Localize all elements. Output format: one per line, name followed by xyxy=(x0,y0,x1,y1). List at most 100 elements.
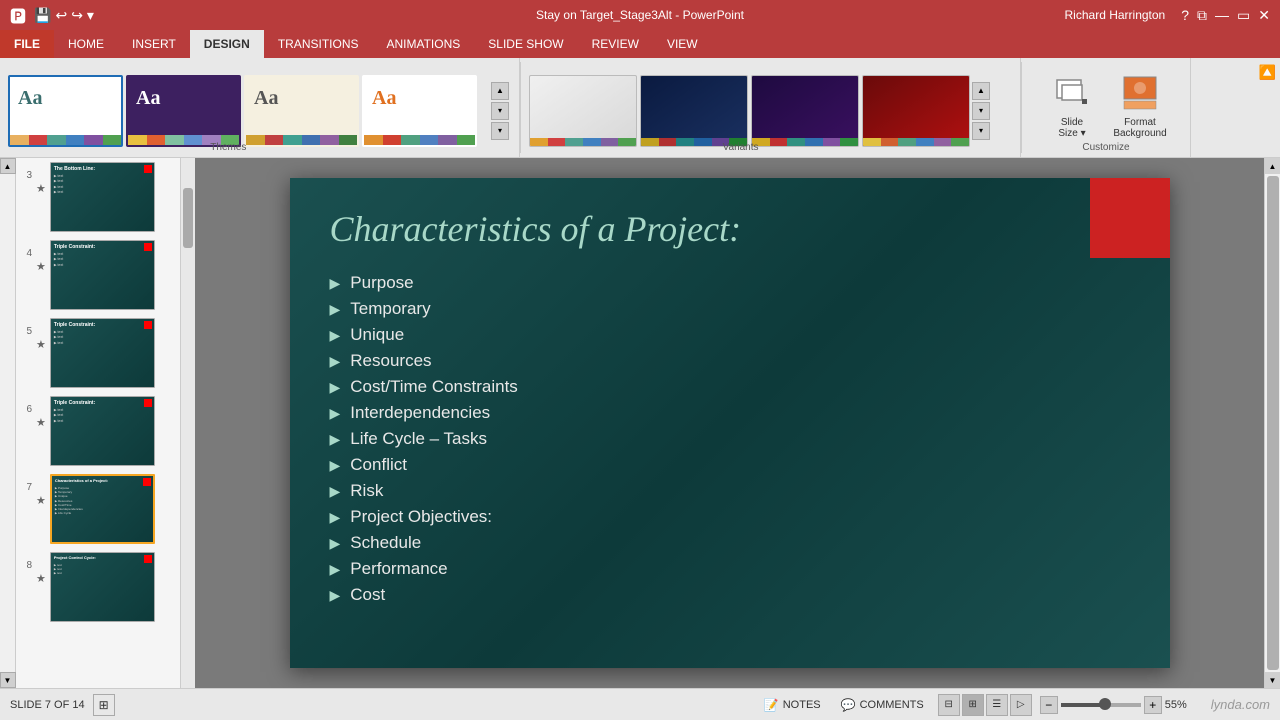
slide-scroll-thumb[interactable] xyxy=(183,188,193,248)
zoom-slider-thumb[interactable] xyxy=(1099,698,1111,710)
themes-scroll-down[interactable]: ▾ xyxy=(491,102,509,120)
comments-btn[interactable]: 💬 COMMENTS xyxy=(835,696,930,714)
scroll-down-btn[interactable]: ▼ xyxy=(1265,672,1280,688)
variant-2[interactable] xyxy=(640,75,748,147)
reading-view-icon[interactable]: ☰ xyxy=(986,694,1008,716)
save-icon[interactable]: 💾 xyxy=(34,7,51,24)
bullet-interdependencies: ▶ Interdependencies xyxy=(330,400,1130,426)
maximize-btn[interactable]: ▭ xyxy=(1237,7,1250,24)
bullet-text-9: Risk xyxy=(350,481,383,501)
quick-access-icon[interactable]: ▾ xyxy=(87,7,94,24)
bullet-arrow-12: ▶ xyxy=(330,561,341,578)
close-btn[interactable]: ✕ xyxy=(1258,7,1270,24)
right-scrollbar: ▲ ▼ xyxy=(1264,158,1280,688)
status-right: 📝 NOTES 💬 COMMENTS ⊟ ⊞ ☰ ▷ − + 55% lynda… xyxy=(758,694,1270,716)
bullet-lifecycle: ▶ Life Cycle – Tasks xyxy=(330,426,1130,452)
restore-btn[interactable]: ⧉ xyxy=(1197,7,1207,24)
slide-thumb-3[interactable]: The Bottom Line: ▶ text▶ text▶ text▶ tex… xyxy=(50,162,155,232)
customize-section: SlideSize ▾ FormatBackground Customize xyxy=(1022,58,1191,157)
slide-item-5[interactable]: 5 ★ Triple Constraint: ▶ text▶ text▶ tex… xyxy=(16,314,180,392)
bullet-purpose: ▶ Purpose xyxy=(330,270,1130,296)
theme-2[interactable]: Aa xyxy=(126,75,241,147)
lynda-logo: lynda.com xyxy=(1211,697,1270,712)
bullet-arrow-9: ▶ xyxy=(330,483,341,500)
user-name[interactable]: Richard Harrington xyxy=(1065,8,1166,22)
comments-label: COMMENTS xyxy=(860,699,924,711)
slide-num-7: 7 xyxy=(20,482,32,493)
bullet-arrow-7: ▶ xyxy=(330,431,341,448)
tab-review[interactable]: REVIEW xyxy=(578,30,653,58)
variant-4[interactable] xyxy=(862,75,970,147)
slide-thumb-6[interactable]: Triple Constraint: ▶ text▶ text▶ text xyxy=(50,396,155,466)
theme-4[interactable]: Aa xyxy=(362,75,477,147)
bullet-arrow-8: ▶ xyxy=(330,457,341,474)
tab-home[interactable]: HOME xyxy=(54,30,118,58)
slide-thumb-8[interactable]: Project Control Cycle: ▶ text▶ text▶ tex… xyxy=(50,552,155,622)
slide-star-3: ★ xyxy=(36,182,46,195)
slide-size-button[interactable]: SlideSize ▾ xyxy=(1042,72,1102,139)
minimize-btn[interactable]: — xyxy=(1215,7,1229,23)
bullet-text-5: Cost/Time Constraints xyxy=(350,377,518,397)
tab-file[interactable]: FILE xyxy=(0,30,54,58)
tab-view[interactable]: VIEW xyxy=(653,30,712,58)
slide-red-badge-6 xyxy=(144,399,152,407)
slide-red-badge xyxy=(1090,178,1170,258)
theme-1[interactable]: Aa xyxy=(8,75,123,147)
variants-row xyxy=(529,75,970,147)
themes-row: Aa Aa xyxy=(8,75,489,147)
format-background-button[interactable]: FormatBackground xyxy=(1110,72,1170,139)
bullet-arrow-4: ▶ xyxy=(330,353,341,370)
variants-scroll-down[interactable]: ▾ xyxy=(972,102,990,120)
scroll-thumb[interactable] xyxy=(1267,176,1279,670)
scroll-up-btn[interactable]: ▲ xyxy=(1265,158,1280,174)
variant-3[interactable] xyxy=(751,75,859,147)
redo-icon[interactable]: ↪ xyxy=(71,7,83,24)
slide-item-8[interactable]: 8 ★ Project Control Cycle: ▶ text▶ text▶… xyxy=(16,548,180,626)
zoom-slider[interactable] xyxy=(1061,703,1141,707)
slide-sorter-icon[interactable]: ⊞ xyxy=(962,694,984,716)
normal-view-icon[interactable]: ⊟ xyxy=(938,694,960,716)
variants-scroll-up[interactable]: ▲ xyxy=(972,82,990,100)
tab-design[interactable]: DESIGN xyxy=(190,30,264,58)
panel-scroll-down[interactable]: ▼ xyxy=(0,672,16,688)
slide-scroll-track[interactable] xyxy=(181,158,195,688)
themes-scroll-more[interactable]: ▾ xyxy=(491,122,509,140)
variant-1[interactable] xyxy=(529,75,637,147)
slide-red-badge-3 xyxy=(144,165,152,173)
bullet-cost: ▶ Cost xyxy=(330,582,1130,608)
slide-red-badge-4 xyxy=(144,243,152,251)
slideshow-icon[interactable]: ▷ xyxy=(1010,694,1032,716)
notes-btn[interactable]: 📝 NOTES xyxy=(758,696,827,714)
slide-thumb-5[interactable]: Triple Constraint: ▶ text▶ text▶ text xyxy=(50,318,155,388)
zoom-out-btn[interactable]: − xyxy=(1040,696,1058,714)
zoom-level[interactable]: 55% xyxy=(1165,699,1193,711)
slide-num-4: 4 xyxy=(20,248,32,259)
undo-icon[interactable]: ↩ xyxy=(55,7,67,24)
customize-label: Customize xyxy=(1022,142,1190,153)
slide-item-6[interactable]: 6 ★ Triple Constraint: ▶ text▶ text▶ tex… xyxy=(16,392,180,470)
main-area: ▲ ▼ 3 ★ The Bottom Line: ▶ text▶ text▶ t… xyxy=(0,158,1280,688)
tab-slideshow[interactable]: SLIDE SHOW xyxy=(474,30,577,58)
title-right-icons: Richard Harrington ? ⧉ — ▭ ✕ xyxy=(1065,7,1270,24)
slide-item-4[interactable]: 4 ★ Triple Constraint: ▶ text▶ text▶ tex… xyxy=(16,236,180,314)
slide-item-3[interactable]: 3 ★ The Bottom Line: ▶ text▶ text▶ text▶… xyxy=(16,158,180,236)
theme-3[interactable]: Aa xyxy=(244,75,359,147)
tab-animations[interactable]: ANIMATIONS xyxy=(372,30,474,58)
panel-scroll-up[interactable]: ▲ xyxy=(0,158,16,174)
ribbon-collapse[interactable]: 🔼 xyxy=(1255,58,1280,157)
window-title: Stay on Target_Stage3Alt - PowerPoint xyxy=(536,8,744,22)
variants-scroll-more[interactable]: ▾ xyxy=(972,122,990,140)
slide-canvas[interactable]: Characteristics of a Project: ▶ Purpose … xyxy=(290,178,1170,668)
slide-num-8: 8 xyxy=(20,560,32,571)
tab-transitions[interactable]: TRANSITIONS xyxy=(264,30,373,58)
slide-thumb-4[interactable]: Triple Constraint: ▶ text▶ text▶ text xyxy=(50,240,155,310)
slide-thumb-7[interactable]: Characteristics of a Project: ▶ Purpose▶… xyxy=(50,474,155,544)
zoom-in-btn[interactable]: + xyxy=(1144,696,1162,714)
slide-item-7[interactable]: 7 ★ Characteristics of a Project: ▶ Purp… xyxy=(16,470,180,548)
bullet-arrow-5: ▶ xyxy=(330,379,341,396)
themes-scroll-up[interactable]: ▲ xyxy=(491,82,509,100)
help-btn[interactable]: ? xyxy=(1181,7,1189,23)
collapse-ribbon-btn[interactable]: 🔼 xyxy=(1259,64,1276,81)
slide-view-icon[interactable]: ⊞ xyxy=(93,694,115,716)
tab-insert[interactable]: INSERT xyxy=(118,30,190,58)
